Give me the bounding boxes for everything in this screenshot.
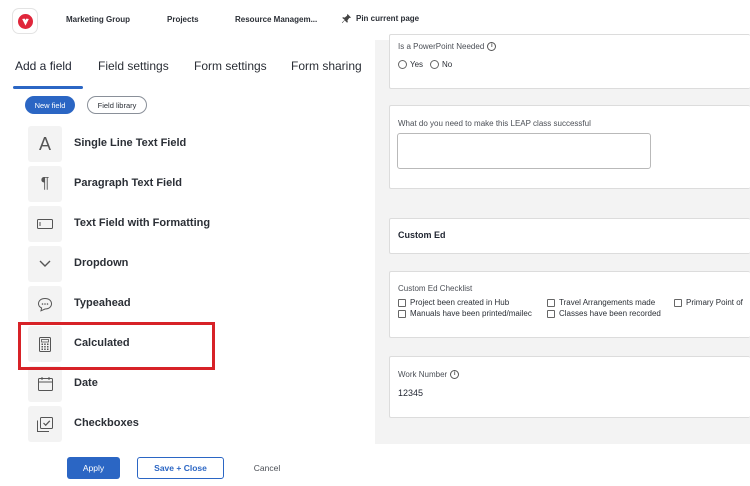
work-number-label-row: Work Number i (398, 370, 460, 380)
tab-add-a-field[interactable]: Add a field (15, 59, 72, 73)
field-single-line-text[interactable]: A Single Line Text Field (28, 126, 368, 162)
checkbox-icon (28, 406, 62, 442)
field-typeahead[interactable]: Typeahead (28, 286, 368, 322)
pin-current-page-button[interactable]: Pin current page (341, 13, 419, 24)
field-panel: Add a field Field settings Form settings… (5, 40, 375, 444)
pin-label: Pin current page (356, 14, 420, 23)
calculated-highlight-box (18, 322, 215, 370)
checkbox-box-icon (398, 298, 406, 307)
powerpoint-field-card[interactable]: Is a PowerPoint Needed i Yes No (389, 34, 750, 89)
nav-projects[interactable]: Projects (167, 15, 199, 24)
checklist-label: Custom Ed Checklist (398, 284, 473, 293)
checklist-option-label: Project been created in Hub (410, 298, 510, 307)
checklist-option[interactable]: Manuals have been printed/mailec (398, 309, 532, 318)
nav-resource-management[interactable]: Resource Managem... (235, 15, 317, 24)
field-label: Date (74, 377, 98, 389)
active-tab-indicator (13, 86, 83, 89)
field-label: Typeahead (74, 297, 131, 309)
info-icon[interactable]: i (450, 370, 460, 380)
radio-no[interactable]: No (430, 60, 453, 70)
leap-label: What do you need to make this LEAP class… (398, 119, 591, 128)
apply-button[interactable]: Apply (67, 457, 120, 479)
nav-marketing-group[interactable]: Marketing Group (66, 15, 130, 24)
field-dropdown[interactable]: Dropdown (28, 246, 368, 282)
radio-yes[interactable]: Yes (398, 60, 424, 70)
radio-circle-icon (398, 60, 407, 70)
powerpoint-label-row: Is a PowerPoint Needed i (398, 42, 497, 52)
chevron-down-icon (28, 246, 62, 282)
text-a-icon: A (28, 126, 62, 162)
work-number-label: Work Number (398, 370, 448, 379)
footer-bar: Apply Save + Close Cancel (0, 444, 750, 486)
field-library-chip[interactable]: Field library (87, 96, 147, 114)
field-label: Text Field with Formatting (74, 217, 211, 229)
work-number-field-card[interactable]: Work Number i 12345 (389, 356, 750, 418)
field-date[interactable]: Date (28, 366, 368, 402)
checklist-option[interactable]: Classes have been recorded (547, 309, 661, 318)
field-checkboxes[interactable]: Checkboxes (28, 406, 368, 442)
checklist-option-label: Travel Arrangements made (559, 298, 656, 307)
field-paragraph-text[interactable]: ¶ Paragraph Text Field (28, 166, 368, 202)
panel-tabs: Add a field Field settings Form settings… (5, 40, 375, 90)
workfront-logo-icon (17, 13, 33, 29)
info-icon[interactable]: i (487, 42, 497, 52)
app-logo[interactable] (13, 9, 37, 33)
section-custom-ed[interactable]: Custom Ed (389, 218, 750, 254)
rich-text-icon (28, 206, 62, 242)
radio-circle-icon (430, 60, 439, 70)
field-label: Dropdown (74, 257, 129, 269)
leap-field-card[interactable]: What do you need to make this LEAP class… (389, 105, 750, 189)
speech-bubble-icon (28, 286, 62, 322)
checklist-option[interactable]: Project been created in Hub (398, 298, 509, 307)
radio-no-label: No (442, 60, 453, 69)
pin-icon (341, 13, 352, 24)
save-close-button[interactable]: Save + Close (137, 457, 224, 479)
field-label: Paragraph Text Field (74, 177, 182, 189)
calendar-icon (28, 366, 62, 402)
checkbox-box-icon (674, 298, 682, 307)
checkbox-box-icon (547, 309, 555, 318)
paragraph-icon: ¶ (28, 166, 62, 202)
leap-textarea[interactable] (397, 133, 651, 169)
field-text-formatting[interactable]: Text Field with Formatting (28, 206, 368, 242)
checkbox-box-icon (398, 309, 406, 318)
checklist-option[interactable]: Travel Arrangements made (547, 298, 655, 307)
checklist-option[interactable]: Primary Point of (674, 298, 743, 307)
checklist-option-label: Classes have been recorded (559, 309, 661, 318)
checklist-field-card[interactable]: Custom Ed Checklist Project been created… (389, 271, 750, 338)
powerpoint-label: Is a PowerPoint Needed (398, 42, 485, 51)
radio-yes-label: Yes (410, 60, 424, 69)
checkbox-box-icon (547, 298, 555, 307)
cancel-button[interactable]: Cancel (243, 457, 291, 479)
checklist-option-label: Manuals have been printed/mailec (410, 309, 532, 318)
checklist-option-label: Primary Point of (686, 298, 743, 307)
tab-field-settings[interactable]: Field settings (98, 59, 169, 73)
field-label: Single Line Text Field (74, 137, 187, 149)
tab-form-sharing[interactable]: Form sharing (291, 59, 362, 73)
tab-form-settings[interactable]: Form settings (194, 59, 267, 73)
section-title: Custom Ed (398, 230, 446, 240)
field-label: Checkboxes (74, 417, 139, 429)
work-number-value: 12345 (398, 388, 424, 398)
new-field-chip[interactable]: New field (25, 96, 75, 114)
